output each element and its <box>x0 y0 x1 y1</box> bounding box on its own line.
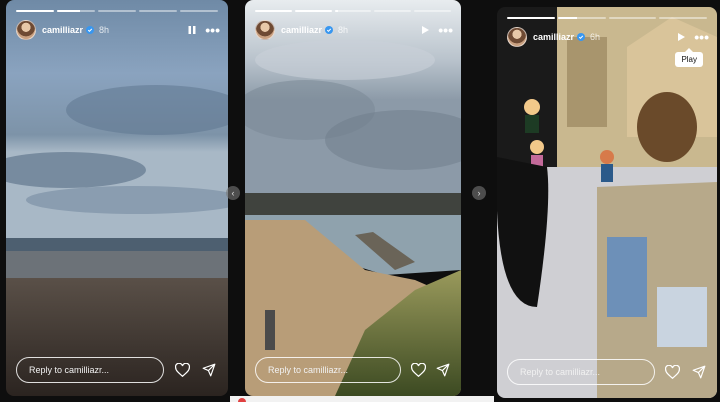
story-progress-bar <box>507 17 707 19</box>
progress-segment <box>180 10 218 12</box>
post-time: 8h <box>99 25 110 35</box>
progress-fill <box>557 17 577 19</box>
progress-segment <box>659 17 707 19</box>
progress-segment <box>507 17 555 19</box>
progress-segment <box>294 10 332 12</box>
play-tooltip: Play <box>675 48 703 67</box>
progress-segment <box>334 10 372 12</box>
verified-badge-icon <box>325 26 334 34</box>
more-options-icon[interactable]: ••• <box>205 23 220 37</box>
reply-input[interactable] <box>29 365 163 375</box>
more-options-icon[interactable]: ••• <box>438 23 453 37</box>
progress-segment <box>57 10 95 12</box>
progress-segment <box>608 17 657 19</box>
story-footer <box>16 357 218 383</box>
story-footer <box>255 357 451 383</box>
heart-icon[interactable] <box>173 361 191 379</box>
previous-story-arrow[interactable]: ‹ <box>226 186 240 200</box>
story-image-coast <box>245 0 461 396</box>
progress-segment <box>98 10 136 12</box>
play-icon[interactable] <box>420 25 430 35</box>
progress-segment <box>414 10 451 12</box>
story-header: camilliazr 6h ••• <box>507 27 709 47</box>
story-card-3[interactable]: camilliazr 6h ••• Play <box>497 7 717 398</box>
progress-segment <box>557 17 606 19</box>
avatar[interactable] <box>255 20 275 40</box>
story-header: camilliazr 8h ••• <box>255 20 453 40</box>
heart-icon[interactable] <box>410 361 426 379</box>
bottom-strip <box>230 396 494 402</box>
story-footer <box>507 359 707 385</box>
play-icon[interactable] <box>676 32 686 42</box>
username[interactable]: camilliazr <box>281 25 322 35</box>
send-icon[interactable] <box>200 361 218 379</box>
progress-fill <box>334 10 339 12</box>
reply-field[interactable] <box>507 359 655 385</box>
avatar[interactable] <box>16 20 36 40</box>
progress-segment <box>255 10 292 12</box>
progress-fill <box>57 10 80 12</box>
avatar[interactable] <box>507 27 527 47</box>
send-icon[interactable] <box>690 363 707 381</box>
post-time: 8h <box>338 25 349 35</box>
story-progress-bar <box>255 10 451 12</box>
progress-fill <box>507 17 555 19</box>
username[interactable]: camilliazr <box>533 32 574 42</box>
record-indicator-icon <box>238 398 246 402</box>
reply-input[interactable] <box>520 367 654 377</box>
reply-field[interactable] <box>255 357 401 383</box>
progress-segment <box>374 10 412 12</box>
story-progress-bar <box>16 10 218 12</box>
story-header: camilliazr 8h ••• <box>16 20 220 40</box>
reply-input[interactable] <box>268 365 400 375</box>
reply-field[interactable] <box>16 357 164 383</box>
story-card-2[interactable]: camilliazr 8h ••• <box>245 0 461 396</box>
progress-fill <box>294 10 332 12</box>
progress-segment <box>139 10 177 12</box>
verified-badge-icon <box>577 33 586 41</box>
progress-segment <box>16 10 54 12</box>
send-icon[interactable] <box>435 361 451 379</box>
heart-icon[interactable] <box>664 363 681 381</box>
post-time: 6h <box>590 32 601 42</box>
pause-icon[interactable] <box>187 25 197 35</box>
verified-badge-icon <box>86 26 95 34</box>
more-options-icon[interactable]: ••• <box>694 30 709 44</box>
progress-fill <box>16 10 54 12</box>
next-story-arrow[interactable]: › <box>472 186 486 200</box>
story-card-1[interactable]: camilliazr 8h ••• <box>6 0 228 396</box>
progress-fill <box>255 10 292 12</box>
username[interactable]: camilliazr <box>42 25 83 35</box>
story-image-beach <box>6 0 228 396</box>
